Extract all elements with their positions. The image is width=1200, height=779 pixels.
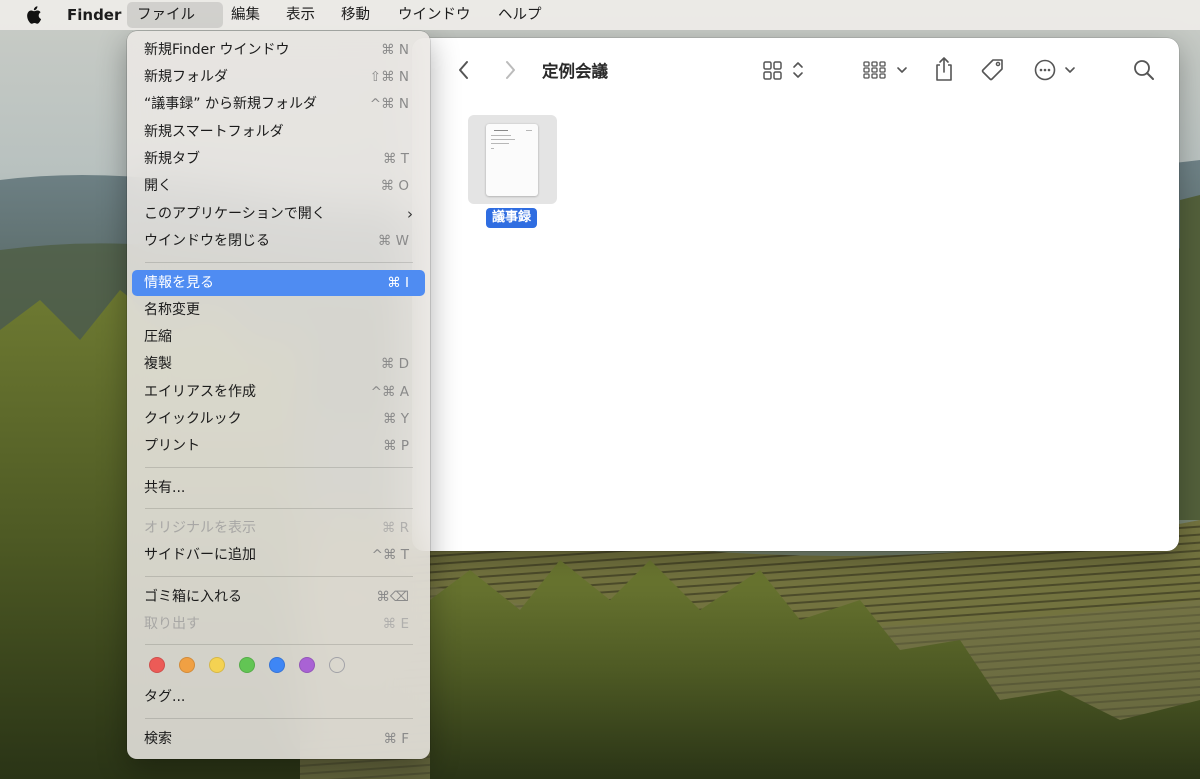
file-name-label[interactable]: 議事録 xyxy=(486,208,538,228)
menubar-app-name[interactable]: Finder xyxy=(57,2,131,28)
menu-item-open-with[interactable]: このアプリケーションで開く › xyxy=(132,201,425,227)
file-icon-tile[interactable] xyxy=(468,115,557,204)
apple-logo-icon[interactable] xyxy=(24,5,42,25)
menu-item-print[interactable]: プリント ⌘ P xyxy=(132,433,425,459)
menu-separator xyxy=(145,718,413,719)
chevron-right-icon: › xyxy=(407,205,413,223)
menu-item-new-folder-with-selection[interactable]: “議事録” から新規フォルダ ^⌘ N xyxy=(132,91,425,117)
window-title: 定例会議 xyxy=(542,62,608,81)
tag-blue-dot[interactable] xyxy=(269,657,285,673)
menu-item-make-alias[interactable]: エイリアスを作成 ^⌘ A xyxy=(132,379,425,405)
menu-separator xyxy=(145,262,413,263)
menu-item-tags[interactable]: タグ... xyxy=(132,684,425,710)
magnifier-icon[interactable] xyxy=(1133,59,1155,81)
tag-gray-dot[interactable] xyxy=(329,657,345,673)
menu-item-show-original: オリジナルを表示 ⌘ R xyxy=(144,520,409,536)
menu-separator xyxy=(145,644,413,645)
tag-purple-dot[interactable] xyxy=(299,657,315,673)
share-icon[interactable] xyxy=(933,56,955,82)
menu-separator xyxy=(145,467,413,468)
menubar-file[interactable]: ファイル xyxy=(127,2,223,28)
chevron-left-icon[interactable] xyxy=(458,60,470,80)
menubar-window[interactable]: ウインドウ xyxy=(388,2,481,28)
file-menu: 新規Finder ウインドウ ⌘ N 新規フォルダ ⇧⌘ N “議事録” から新規フ… xyxy=(127,31,430,759)
menu-item-duplicate[interactable]: 複製 ⌘ D xyxy=(132,351,425,377)
menu-item-close-window[interactable]: ウインドウを閉じる ⌘ W xyxy=(132,228,425,254)
menu-item-add-to-sidebar[interactable]: サイドバーに追加 ^⌘ T xyxy=(132,542,425,568)
finder-window: 定例会議 議事録 xyxy=(412,38,1179,551)
menu-item-new-smart-folder[interactable]: 新規スマートフォルダ xyxy=(132,119,425,145)
menu-item-get-info[interactable]: 情報を見る ⌘ I xyxy=(132,270,425,296)
document-icon xyxy=(486,124,538,196)
menu-separator xyxy=(145,576,413,577)
ellipsis-circle-icon[interactable] xyxy=(1034,59,1080,81)
menu-item-find[interactable]: 検索 ⌘ F xyxy=(132,726,425,752)
icon-grid-icon[interactable] xyxy=(762,60,806,80)
menu-separator xyxy=(145,508,413,509)
menubar-go[interactable]: 移動 xyxy=(331,2,380,28)
menu-item-eject: 取り出す ⌘ E xyxy=(144,616,409,632)
group-icon[interactable] xyxy=(863,60,909,80)
menu-item-compress[interactable]: 圧縮 xyxy=(132,324,425,350)
menu-item-new-tab[interactable]: 新規タブ ⌘ T xyxy=(132,146,425,172)
menu-item-quick-look[interactable]: クイックルック ⌘ Y xyxy=(132,406,425,432)
tag-yellow-dot[interactable] xyxy=(209,657,225,673)
menu-item-share[interactable]: 共有... xyxy=(132,475,425,501)
menu-item-rename[interactable]: 名称変更 xyxy=(132,297,425,323)
menubar-edit[interactable]: 編集 xyxy=(221,2,270,28)
tag-color-row xyxy=(149,657,345,673)
tag-orange-dot[interactable] xyxy=(179,657,195,673)
chevron-right-icon[interactable] xyxy=(504,60,516,80)
menubar-help[interactable]: ヘルプ xyxy=(488,2,552,28)
menu-item-open[interactable]: 開く ⌘ O xyxy=(132,173,425,199)
tag-red-dot[interactable] xyxy=(149,657,165,673)
menu-bar: Finder ファイル 編集 表示 移動 ウインドウ ヘルプ xyxy=(0,0,1200,30)
menu-item-move-to-trash[interactable]: ゴミ箱に入れる ⌘⌫ xyxy=(132,584,425,610)
tag-icon[interactable] xyxy=(980,58,1006,82)
menu-item-new-folder[interactable]: 新規フォルダ ⇧⌘ N xyxy=(132,64,425,90)
menu-item-new-finder-window[interactable]: 新規Finder ウインドウ ⌘ N xyxy=(132,37,425,63)
tag-green-dot[interactable] xyxy=(239,657,255,673)
menubar-view[interactable]: 表示 xyxy=(276,2,325,28)
